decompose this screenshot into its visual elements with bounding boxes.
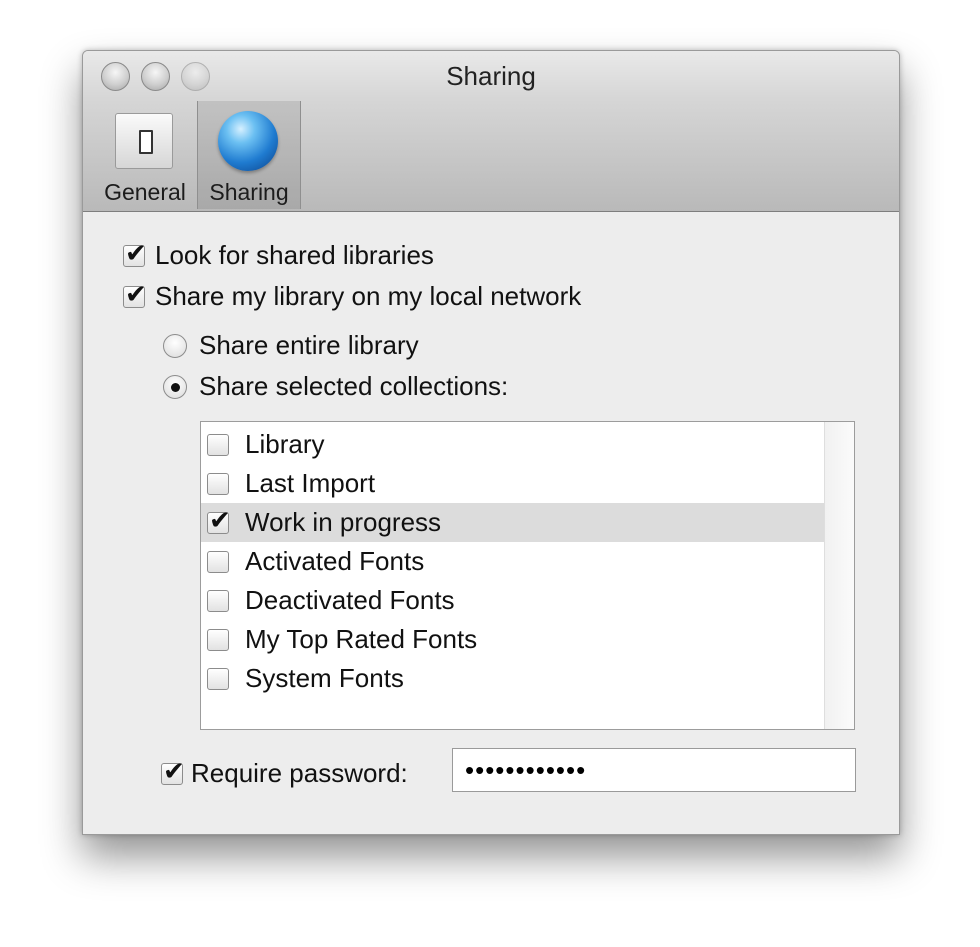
list-item[interactable]: Activated Fonts bbox=[201, 542, 825, 581]
collection-label: Deactivated Fonts bbox=[245, 585, 455, 615]
collection-checkbox[interactable] bbox=[207, 589, 229, 612]
list-item[interactable]: System Fonts bbox=[201, 659, 825, 698]
share-selected-label: Share selected collections: bbox=[199, 371, 509, 401]
share-entire-label: Share entire library bbox=[199, 330, 419, 360]
list-item[interactable]: Work in progress bbox=[201, 503, 825, 542]
collection-checkbox[interactable] bbox=[207, 472, 229, 495]
list-item[interactable]: Last Import bbox=[201, 464, 825, 503]
collection-label: Work in progress bbox=[245, 507, 442, 537]
require-password-option[interactable]: Require password: bbox=[161, 757, 408, 789]
collection-label: Last Import bbox=[245, 468, 376, 498]
title-bar: Sharing General Sharing bbox=[83, 51, 899, 212]
look-for-shared-checkbox[interactable] bbox=[123, 239, 147, 269]
require-password-checkbox[interactable] bbox=[161, 757, 185, 787]
toolbar-item-sharing[interactable]: Sharing bbox=[197, 101, 301, 209]
list-item[interactable]: Deactivated Fonts bbox=[201, 581, 825, 620]
collection-checkbox[interactable] bbox=[207, 667, 229, 690]
collection-label: System Fonts bbox=[245, 663, 404, 693]
list-item[interactable]: Library bbox=[201, 425, 825, 464]
collection-checkbox[interactable] bbox=[207, 506, 231, 536]
share-library-checkbox[interactable] bbox=[123, 280, 147, 310]
collection-label: My Top Rated Fonts bbox=[245, 624, 478, 654]
list-item[interactable]: My Top Rated Fonts bbox=[201, 620, 825, 659]
window-title: Sharing bbox=[446, 61, 536, 91]
share-selected-radio[interactable] bbox=[163, 374, 187, 399]
share-entire-radio[interactable] bbox=[163, 333, 187, 358]
share-entire-option[interactable]: Share entire library bbox=[163, 330, 419, 361]
require-password-label: Require password: bbox=[191, 758, 408, 788]
collection-checkbox[interactable] bbox=[207, 628, 229, 651]
collections-list[interactable]: Library Last Import Work in progress Act… bbox=[200, 421, 855, 730]
collection-label: Library bbox=[245, 429, 325, 459]
share-library-label: Share my library on my local network bbox=[155, 281, 582, 311]
share-selected-option[interactable]: Share selected collections: bbox=[163, 371, 508, 402]
password-field[interactable]: •••••••••••• bbox=[452, 748, 856, 792]
globe-icon bbox=[218, 111, 278, 171]
toolbar-item-general[interactable]: General bbox=[95, 101, 195, 209]
look-for-shared-label: Look for shared libraries bbox=[155, 240, 434, 270]
switch-icon bbox=[115, 113, 173, 169]
list-scrollbar[interactable] bbox=[824, 422, 854, 729]
collection-label: Activated Fonts bbox=[245, 546, 425, 576]
collection-checkbox[interactable] bbox=[207, 550, 229, 573]
look-for-shared-option[interactable]: Look for shared libraries bbox=[123, 239, 434, 271]
toolbar-item-label: Sharing bbox=[209, 179, 289, 205]
share-library-option[interactable]: Share my library on my local network bbox=[123, 280, 582, 312]
toolbar-item-label: General bbox=[104, 179, 186, 205]
collection-checkbox[interactable] bbox=[207, 433, 229, 456]
